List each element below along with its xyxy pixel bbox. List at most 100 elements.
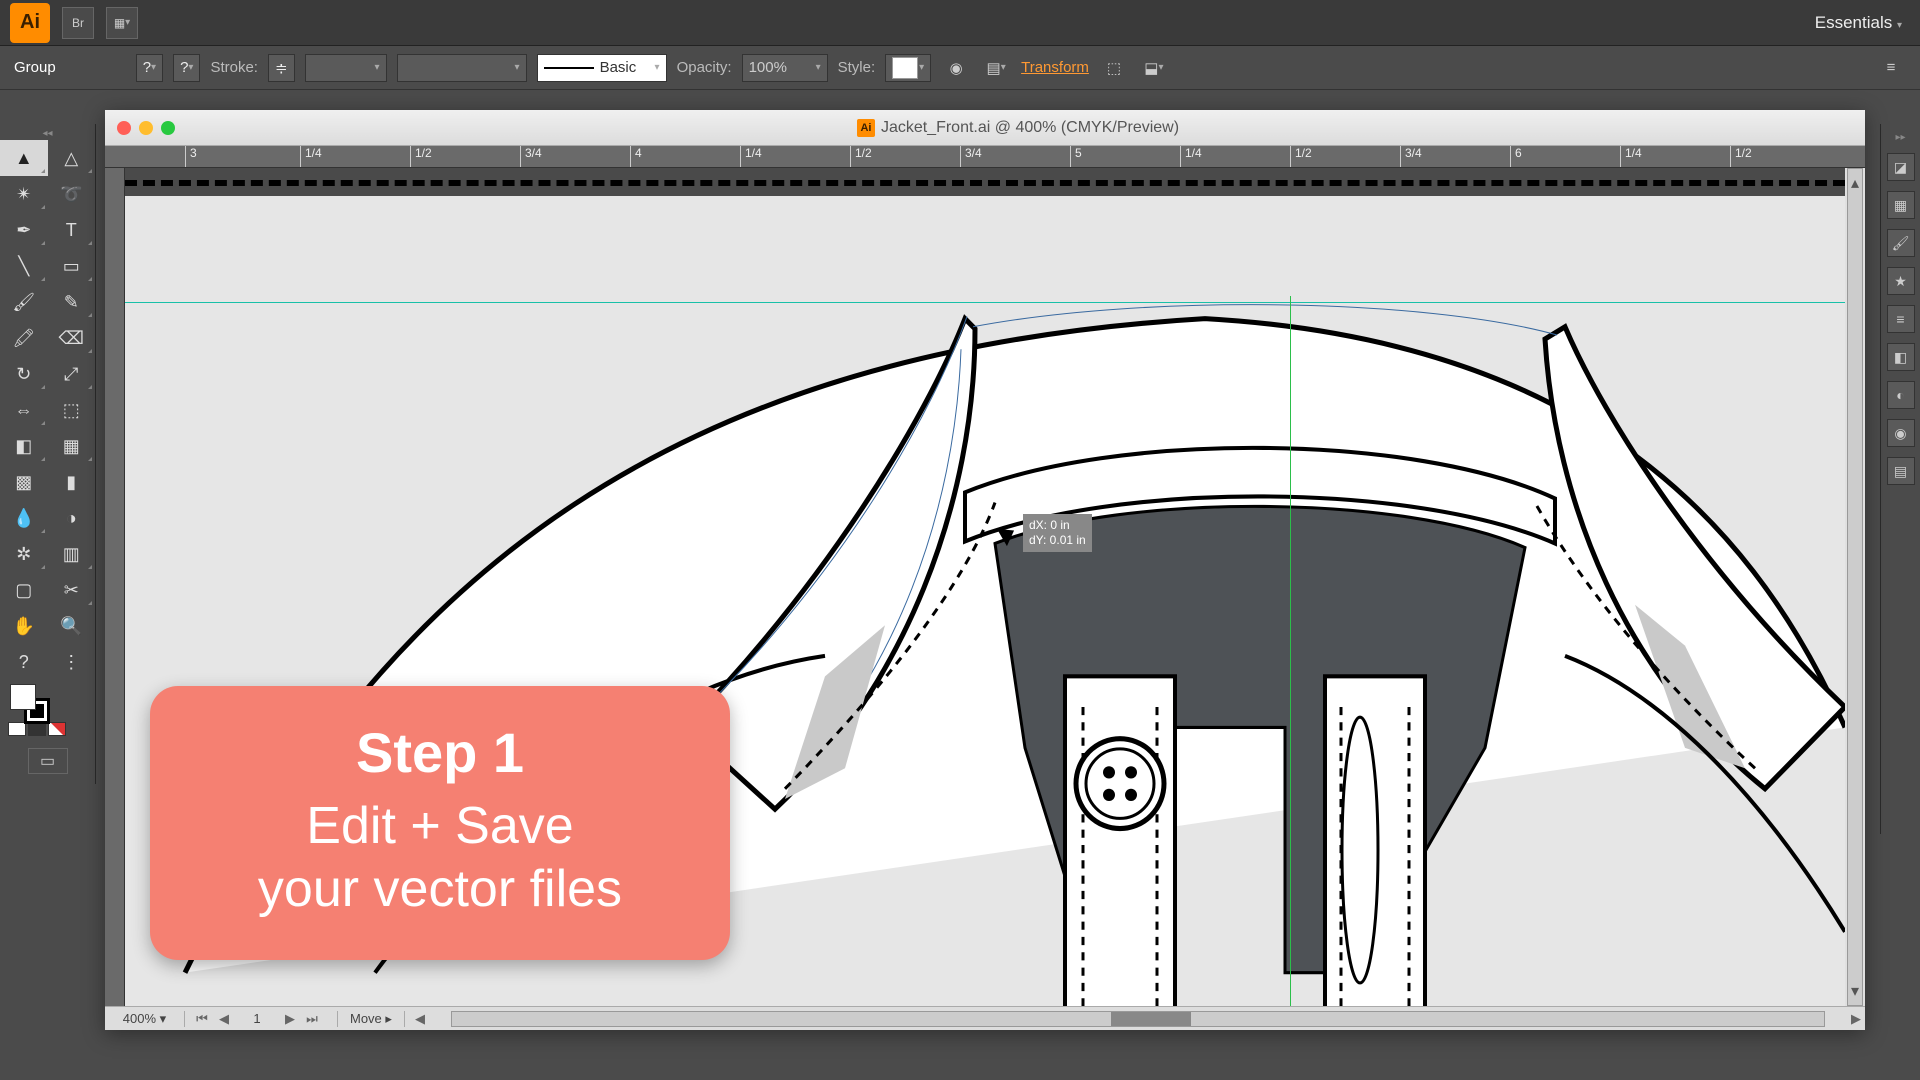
magic-wand-tool[interactable]: ✴ <box>0 176 48 212</box>
toggle-tool[interactable]: ⋮ <box>48 644 96 680</box>
status-mode[interactable]: Move ▸ <box>337 1011 405 1027</box>
artboard-number[interactable]: 1 <box>237 1011 277 1026</box>
scrollbar-vertical[interactable]: ▴ ▾ <box>1847 168 1863 1006</box>
selection-tool[interactable]: ▲ <box>0 140 48 176</box>
direct-selection-tool[interactable]: △ <box>48 140 96 176</box>
link-help-1[interactable]: ? ▾ <box>136 54 163 82</box>
stroke-weight-stepper[interactable]: ≑ <box>268 54 295 82</box>
free-transform-tool[interactable]: ⬚ <box>48 392 96 428</box>
color-gradient-icon[interactable] <box>28 722 46 736</box>
pen-tool[interactable]: ✒ <box>0 212 48 248</box>
graph-tool[interactable]: ▥ <box>48 536 96 572</box>
blob-brush-tool[interactable]: 🖍 <box>0 320 48 356</box>
link-help-2[interactable]: ? ▾ <box>173 54 200 82</box>
document-title-text: Jacket_Front.ai @ 400% (CMYK/Preview) <box>881 119 1179 137</box>
bridge-label: Br <box>72 16 84 30</box>
chevron-down-icon: ▾ <box>1897 20 1902 31</box>
gradient-tool[interactable]: ▮ <box>48 464 96 500</box>
style-swatch <box>892 57 918 79</box>
symbol-sprayer-tool[interactable]: ✲ <box>0 536 48 572</box>
last-artboard-button[interactable]: ⏭ <box>303 1011 321 1027</box>
paintbrush-tool[interactable]: 🖌 <box>0 284 48 320</box>
stroke-profile-dropdown[interactable]: ▾ <box>397 54 527 82</box>
blend-tool[interactable]: ◑ <box>48 500 96 536</box>
app-frame: Ai Br ▦ ▾ Essentials ▾ Group ? ▾ ? ▾ Str… <box>0 0 1920 1080</box>
workspace-label: Essentials <box>1815 13 1892 32</box>
color-none-icon[interactable] <box>48 722 66 736</box>
bridge-button[interactable]: Br <box>62 7 94 39</box>
fill-swatch[interactable] <box>10 684 36 710</box>
shape-builder-tool[interactable]: ◧ <box>0 428 48 464</box>
hand-tool[interactable]: ✋ <box>0 608 48 644</box>
fill-stroke-swatch[interactable] <box>0 680 95 722</box>
control-menu-icon[interactable]: ≡ <box>1876 54 1906 82</box>
brush-name: Basic <box>600 59 637 76</box>
workspace-switcher[interactable]: Essentials ▾ <box>1815 13 1910 33</box>
brush-dropdown[interactable]: Basic ▾ <box>537 54 667 82</box>
align-icon[interactable]: ▤▾ <box>981 54 1011 82</box>
artboard-tool[interactable]: ▢ <box>0 572 48 608</box>
scroll-left-icon[interactable]: ◀ <box>411 1011 429 1027</box>
app-icon-label: Ai <box>20 11 40 34</box>
ai-file-icon: Ai <box>857 119 875 137</box>
scroll-right-icon[interactable]: ▶ <box>1847 1011 1865 1027</box>
step-line-1: Edit + Save <box>190 795 690 857</box>
stroke-label: Stroke: <box>210 59 258 76</box>
transform-link[interactable]: Transform <box>1021 59 1089 76</box>
ruler-vertical[interactable] <box>105 168 125 1006</box>
type-tool[interactable]: T <box>48 212 96 248</box>
ruler-horizontal[interactable]: 3 1/4 1/2 3/4 4 1/4 1/2 3/4 5 1/4 1/2 3/… <box>105 146 1865 168</box>
slice-tool[interactable]: ✂ <box>48 572 96 608</box>
window-titlebar: Ai Jacket_Front.ai @ 400% (CMYK/Preview) <box>105 110 1865 146</box>
window-minimize-button[interactable] <box>139 121 153 135</box>
scroll-up-icon[interactable]: ▴ <box>1848 173 1862 193</box>
prev-artboard-button[interactable]: ◀ <box>215 1011 233 1027</box>
artboard-nav: ⏮ ◀ 1 ▶ ⏭ <box>185 1011 329 1027</box>
recolor-icon[interactable]: ◉ <box>941 54 971 82</box>
rotate-tool[interactable]: ↻ <box>0 356 48 392</box>
lasso-tool[interactable]: ➰ <box>48 176 96 212</box>
menu-bar: Ai Br ▦ ▾ Essentials ▾ <box>0 0 1920 46</box>
screen-mode-button[interactable]: ▭ <box>28 748 68 774</box>
scale-tool[interactable]: ⤢ <box>48 356 96 392</box>
stroke-weight-dropdown[interactable]: ▾ <box>305 54 387 82</box>
step-line-2: your vector files <box>190 858 690 920</box>
line-tool[interactable]: ╲ <box>0 248 48 284</box>
opacity-dropdown[interactable]: 100%▾ <box>742 54 828 82</box>
envelope-icon[interactable]: ⬓▾ <box>1139 54 1169 82</box>
eraser-tool[interactable]: ⌫ <box>48 320 96 356</box>
zoom-value: 400% <box>123 1011 156 1026</box>
document-title: Ai Jacket_Front.ai @ 400% (CMYK/Preview) <box>857 119 1179 137</box>
isolate-icon[interactable]: ⬚ <box>1099 54 1129 82</box>
next-artboard-button[interactable]: ▶ <box>281 1011 299 1027</box>
scroll-down-icon[interactable]: ▾ <box>1848 981 1862 1001</box>
mesh-tool[interactable]: ▩ <box>0 464 48 500</box>
zoom-tool[interactable]: 🔍 <box>48 608 96 644</box>
opacity-label: Opacity: <box>677 59 732 76</box>
style-dropdown[interactable]: ▾ <box>885 54 931 82</box>
zoom-field[interactable]: 400% ▾ <box>105 1011 185 1027</box>
window-zoom-button[interactable] <box>161 121 175 135</box>
layers-panel-icon[interactable]: ▤ <box>1887 457 1915 485</box>
eyedropper-tool[interactable]: 💧 <box>0 500 48 536</box>
scroll-thumb[interactable] <box>1111 1012 1191 1026</box>
color-solid-icon[interactable] <box>8 722 26 736</box>
panel-grip-icon[interactable]: ◂◂ <box>0 128 95 140</box>
sg-dx: dX: 0 in <box>1029 518 1086 533</box>
step-title: Step 1 <box>190 720 690 785</box>
width-tool[interactable]: ⇔ <box>0 392 48 428</box>
scrollbar-horizontal[interactable] <box>451 1011 1825 1027</box>
rectangle-tool[interactable]: ▭ <box>48 248 96 284</box>
style-label: Style: <box>838 59 876 76</box>
tutorial-step-overlay: Step 1 Edit + Save your vector files <box>150 686 730 960</box>
app-icon[interactable]: Ai <box>10 3 50 43</box>
first-artboard-button[interactable]: ⏮ <box>193 1011 211 1027</box>
perspective-tool[interactable]: ▦ <box>48 428 96 464</box>
pencil-tool[interactable]: ✎ <box>48 284 96 320</box>
help-tool[interactable]: ? <box>0 644 48 680</box>
color-mode-row <box>0 722 95 742</box>
window-close-button[interactable] <box>117 121 131 135</box>
arrange-docs-button[interactable]: ▦ ▾ <box>106 7 138 39</box>
appearance-panel-icon[interactable]: ◉ <box>1887 419 1915 447</box>
smart-guide-tooltip: dX: 0 in dY: 0.01 in <box>1023 514 1092 552</box>
